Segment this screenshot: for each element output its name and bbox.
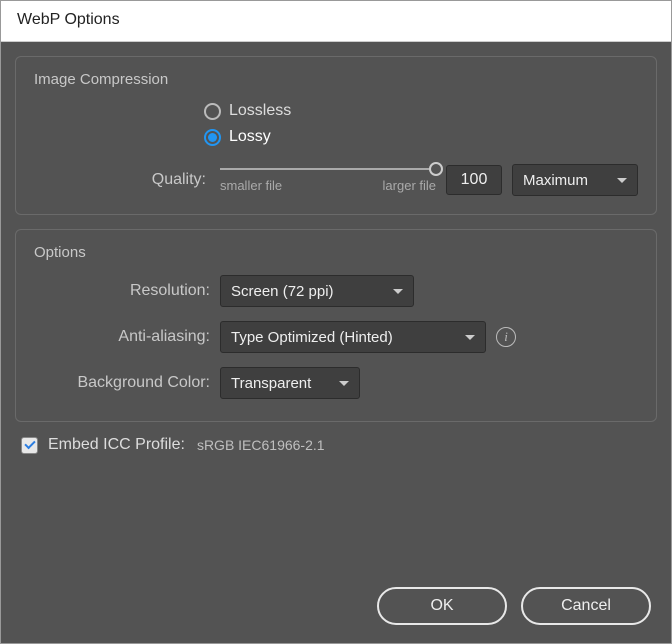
larger-file-label: larger file bbox=[383, 178, 436, 193]
checkmark-icon bbox=[24, 438, 35, 449]
quality-slider-container: smaller file larger file bbox=[220, 168, 436, 193]
bgcolor-value: Transparent bbox=[231, 375, 311, 392]
quality-preset-select[interactable]: Maximum bbox=[512, 164, 638, 196]
image-compression-group: Image Compression Lossless Lossy Quality… bbox=[15, 56, 657, 215]
bgcolor-select[interactable]: Transparent bbox=[220, 367, 360, 399]
quality-row: Quality: smaller file larger file Maximu… bbox=[34, 164, 638, 196]
antialiasing-label: Anti-aliasing: bbox=[34, 328, 210, 346]
ok-button[interactable]: OK bbox=[377, 587, 507, 625]
bgcolor-label: Background Color: bbox=[34, 374, 210, 392]
embed-icc-label: Embed ICC Profile: bbox=[48, 436, 185, 454]
compression-group-title: Image Compression bbox=[34, 71, 638, 88]
embed-icc-checkbox[interactable] bbox=[21, 437, 38, 454]
lossless-label: Lossless bbox=[229, 102, 291, 120]
icc-profile-value: sRGB IEC61966-2.1 bbox=[197, 437, 325, 453]
antialiasing-row: Anti-aliasing: Type Optimized (Hinted) i bbox=[34, 321, 638, 353]
webp-options-dialog: WebP Options Image Compression Lossless … bbox=[0, 0, 672, 644]
quality-slider[interactable] bbox=[220, 168, 436, 170]
embed-icc-row: Embed ICC Profile: sRGB IEC61966-2.1 bbox=[15, 436, 657, 454]
radio-icon bbox=[204, 103, 221, 120]
options-group-title: Options bbox=[34, 244, 638, 261]
chevron-down-icon bbox=[339, 381, 349, 386]
antialiasing-value: Type Optimized (Hinted) bbox=[231, 329, 393, 346]
slider-thumb-icon[interactable] bbox=[429, 162, 443, 176]
smaller-file-label: smaller file bbox=[220, 178, 282, 193]
resolution-row: Resolution: Screen (72 ppi) bbox=[34, 275, 638, 307]
quality-label: Quality: bbox=[34, 171, 210, 189]
lossy-radio[interactable]: Lossy bbox=[204, 128, 638, 146]
lossless-radio[interactable]: Lossless bbox=[204, 102, 638, 120]
lossy-label: Lossy bbox=[229, 128, 271, 146]
dialog-body: Image Compression Lossless Lossy Quality… bbox=[1, 42, 671, 643]
resolution-value: Screen (72 ppi) bbox=[231, 283, 334, 300]
info-icon[interactable]: i bbox=[496, 327, 516, 347]
chevron-down-icon bbox=[617, 178, 627, 183]
resolution-label: Resolution: bbox=[34, 282, 210, 300]
chevron-down-icon bbox=[393, 289, 403, 294]
quality-input[interactable] bbox=[446, 165, 502, 195]
button-row: OK Cancel bbox=[15, 587, 657, 629]
resolution-select[interactable]: Screen (72 ppi) bbox=[220, 275, 414, 307]
window-title: WebP Options bbox=[1, 1, 671, 42]
quality-preset-value: Maximum bbox=[523, 172, 588, 189]
slider-sublabels: smaller file larger file bbox=[220, 178, 436, 193]
radio-icon bbox=[204, 129, 221, 146]
antialiasing-select[interactable]: Type Optimized (Hinted) bbox=[220, 321, 486, 353]
chevron-down-icon bbox=[465, 335, 475, 340]
cancel-button[interactable]: Cancel bbox=[521, 587, 651, 625]
bgcolor-row: Background Color: Transparent bbox=[34, 367, 638, 399]
options-group: Options Resolution: Screen (72 ppi) Anti… bbox=[15, 229, 657, 422]
